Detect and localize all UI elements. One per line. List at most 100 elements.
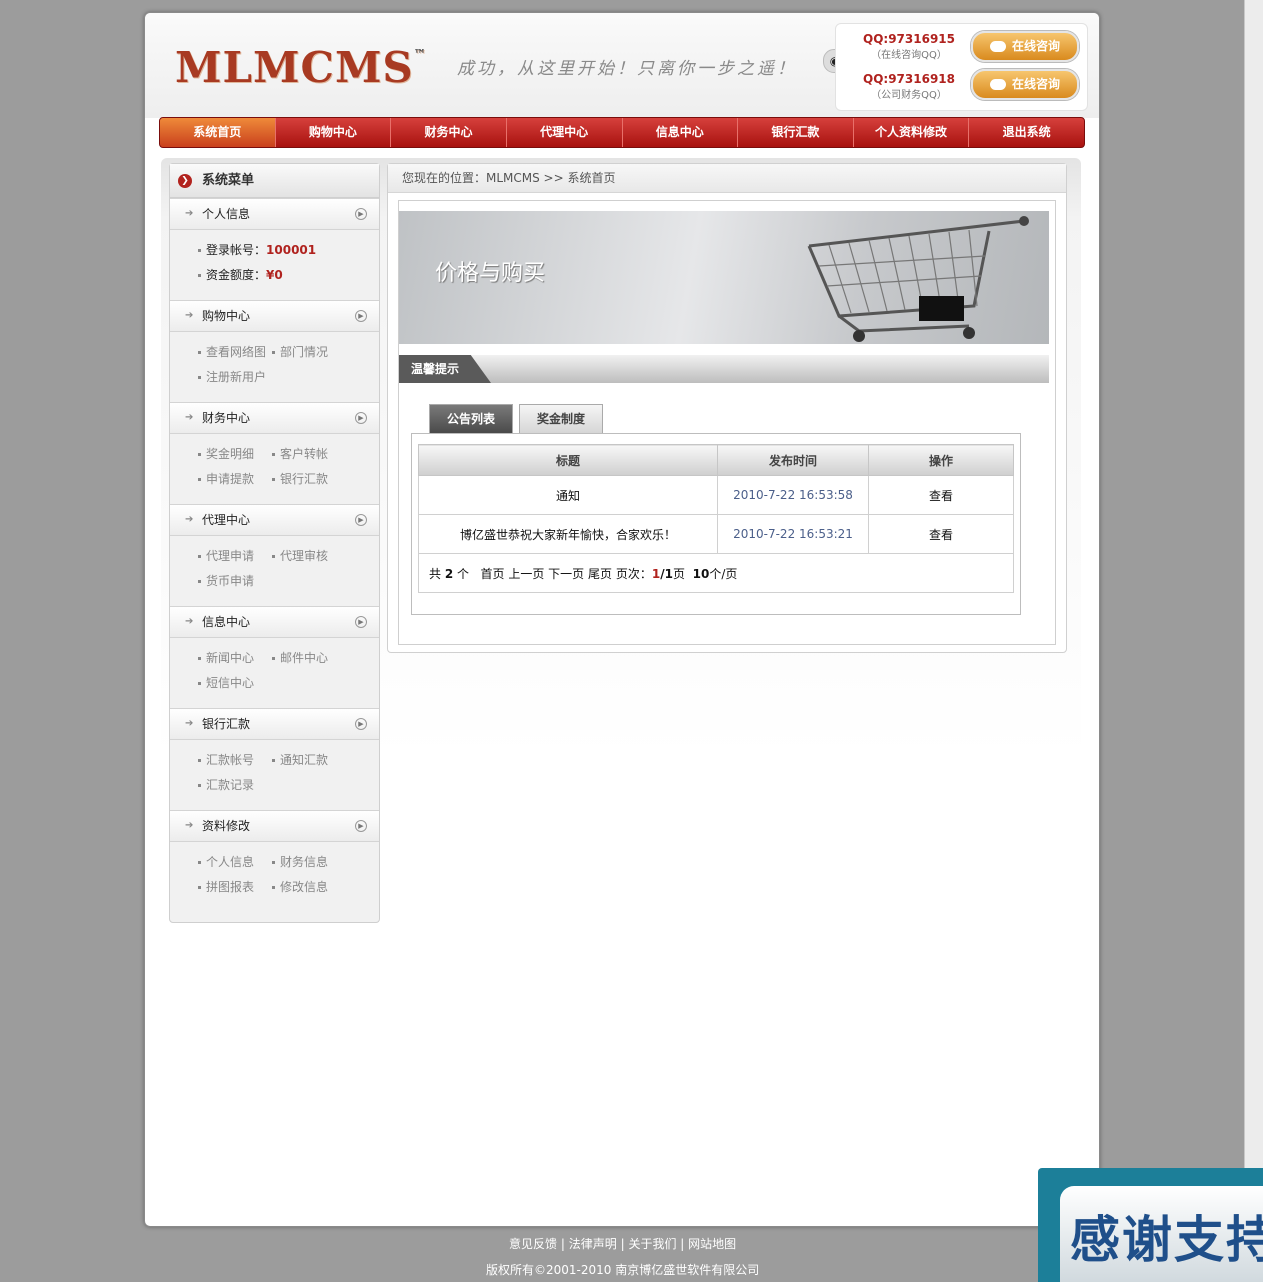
tip-bar: 温馨提示 <box>399 355 1049 383</box>
sidebar-section-finance[interactable]: ➔ 财务中心 ▶ <box>170 402 379 434</box>
announcement-table: 标题 发布时间 操作 通知 2010-7-22 16:53:58 查看 博亿盛世… <box>418 444 1014 593</box>
sidebar-link-notify-remit[interactable]: 通知汇款 <box>272 748 346 773</box>
nav-info[interactable]: 信息中心 <box>623 118 739 147</box>
sidebar-link-register-user[interactable]: 注册新用户 <box>198 365 272 390</box>
link-row: 个人信息 财务信息 <box>198 850 379 875</box>
footer-link-about[interactable]: 关于我们 <box>628 1237 676 1251</box>
inner-panel: 价格与购买 温馨提示 公告列表 奖金制度 标题 发布时间 操作 通知 2010-… <box>398 200 1056 645</box>
bullet <box>272 555 275 558</box>
sidebar-section-shopping[interactable]: ➔ 购物中心 ▶ <box>170 300 379 332</box>
sidebar-link-network-map[interactable]: 查看网络图 <box>198 340 272 365</box>
link-label: 代理申请 <box>206 549 255 563</box>
sidebar-link-department[interactable]: 部门情况 <box>272 340 346 365</box>
pager-row: 共 2 个 首页 上一页 下一页 尾页 页次：1/1页 10个/页 <box>418 553 1014 593</box>
sidebar-link-puzzle-report[interactable]: 拼图报表 <box>198 875 272 900</box>
sidebar-link-finance-info[interactable]: 财务信息 <box>272 850 346 875</box>
sidebar-link-agent-apply[interactable]: 代理申请 <box>198 544 272 569</box>
expand-icon[interactable]: ▶ <box>355 310 367 322</box>
link-label: 拼图报表 <box>206 880 255 894</box>
expand-icon[interactable]: ▶ <box>355 718 367 730</box>
bullet <box>198 759 201 762</box>
pager-per-page: 10 <box>692 566 710 581</box>
nav-shopping[interactable]: 购物中心 <box>276 118 392 147</box>
tab-bonus-system[interactable]: 奖金制度 <box>519 404 603 433</box>
shopping-cart-icon <box>807 216 1029 342</box>
view-link[interactable]: 查看 <box>868 475 1014 515</box>
site-logo: MLMCMS™ <box>175 43 427 92</box>
arrow-icon: ➔ <box>185 616 194 627</box>
chat-bubble-icon <box>989 41 1006 52</box>
banner-text: 价格与购买 <box>435 261 546 286</box>
sidebar-link-withdraw[interactable]: 申请提款 <box>198 467 272 492</box>
section-title: 信息中心 <box>202 615 251 629</box>
section-title: 银行汇款 <box>202 717 251 731</box>
nav-logout[interactable]: 退出系统 <box>969 118 1084 147</box>
bullet <box>198 784 201 787</box>
bullet <box>198 453 201 456</box>
bank-links: 汇款帐号 通知汇款 汇款记录 <box>170 740 379 810</box>
pager-prev[interactable]: 上一页 <box>508 567 544 581</box>
nav-profile-edit[interactable]: 个人资料修改 <box>854 118 970 147</box>
sidebar-section-agent[interactable]: ➔ 代理中心 ▶ <box>170 504 379 536</box>
sidebar-section-personal[interactable]: ➔ 个人信息 ▶ <box>170 198 379 230</box>
footer-link-legal[interactable]: 法律声明 <box>569 1237 617 1251</box>
link-row: 新闻中心 邮件中心 <box>198 646 379 671</box>
sidebar-link-personal-info[interactable]: 个人信息 <box>198 850 272 875</box>
sidebar-link-currency-apply[interactable]: 货币申请 <box>198 569 272 594</box>
expand-icon[interactable]: ▶ <box>355 514 367 526</box>
header: MLMCMS™ 成功，从这里开始！只离你一步之遥！ ◉ QQ:97316915 … <box>145 13 1099 118</box>
link-row: 短信中心 <box>198 671 379 696</box>
bullet <box>198 682 201 685</box>
pager-next[interactable]: 下一页 <box>548 567 584 581</box>
sidebar-link-agent-review[interactable]: 代理审核 <box>272 544 346 569</box>
online-consult-button[interactable]: 在线咨询 <box>971 31 1079 62</box>
link-label: 邮件中心 <box>280 651 329 665</box>
nav-finance[interactable]: 财务中心 <box>391 118 507 147</box>
expand-icon[interactable]: ▶ <box>355 412 367 424</box>
sidebar-link-bonus-detail[interactable]: 奖金明细 <box>198 442 272 467</box>
pager: 共 2 个 首页 上一页 下一页 尾页 页次：1/1页 10个/页 <box>418 553 1014 593</box>
sidebar-link-remit-records[interactable]: 汇款记录 <box>198 773 272 798</box>
footer-link-sitemap[interactable]: 网站地图 <box>688 1237 736 1251</box>
pager-total: 2 <box>444 566 454 581</box>
bullet <box>198 376 201 379</box>
sidebar-link-mail[interactable]: 邮件中心 <box>272 646 346 671</box>
link-label: 部门情况 <box>280 345 329 359</box>
bullet <box>272 861 275 864</box>
pager-last[interactable]: 尾页 <box>588 567 612 581</box>
window-scrollbar[interactable] <box>1244 0 1263 1282</box>
sidebar-link-news[interactable]: 新闻中心 <box>198 646 272 671</box>
nav-bank-transfer[interactable]: 银行汇款 <box>738 118 854 147</box>
footer-link-feedback[interactable]: 意见反馈 <box>509 1237 557 1251</box>
fund-value: ¥0 <box>266 268 283 282</box>
link-label: 货币申请 <box>206 574 255 588</box>
expand-icon[interactable]: ▶ <box>355 616 367 628</box>
view-link[interactable]: 查看 <box>868 514 1014 554</box>
link-row: 注册新用户 <box>198 365 379 390</box>
bullet <box>198 478 201 481</box>
sidebar-link-edit-info[interactable]: 修改信息 <box>272 875 346 900</box>
sidebar-link-remit-account[interactable]: 汇款帐号 <box>198 748 272 773</box>
sidebar-section-profile[interactable]: ➔ 资料修改 ▶ <box>170 810 379 842</box>
expand-icon[interactable]: ▶ <box>355 208 367 220</box>
sidebar-section-bank[interactable]: ➔ 银行汇款 ▶ <box>170 708 379 740</box>
row-time: 2010-7-22 16:53:58 <box>717 475 869 515</box>
link-label: 新闻中心 <box>206 651 255 665</box>
sidebar-section-info[interactable]: ➔ 信息中心 ▶ <box>170 606 379 638</box>
sidebar-link-sms[interactable]: 短信中心 <box>198 671 272 696</box>
tab-announcements[interactable]: 公告列表 <box>429 404 513 433</box>
thanks-overlay[interactable]: 感谢支持 <box>1038 1168 1263 1282</box>
table-header-row: 标题 发布时间 操作 <box>418 444 1014 476</box>
col-action: 操作 <box>868 444 1014 476</box>
qq-contact-box: QQ:97316915 （在线咨询QQ） 在线咨询 QQ:97316918 （公… <box>835 23 1088 111</box>
nav-agent[interactable]: 代理中心 <box>507 118 623 147</box>
expand-icon[interactable]: ▶ <box>355 820 367 832</box>
page-container: MLMCMS™ 成功，从这里开始！只离你一步之遥！ ◉ QQ:97316915 … <box>144 12 1100 1227</box>
bullet <box>272 657 275 660</box>
link-label: 申请提款 <box>206 472 255 486</box>
sidebar-link-customer-transfer[interactable]: 客户转帐 <box>272 442 346 467</box>
pager-first[interactable]: 首页 <box>480 567 504 581</box>
online-consult-button[interactable]: 在线咨询 <box>971 69 1079 100</box>
sidebar-link-bank-remit[interactable]: 银行汇款 <box>272 467 346 492</box>
nav-home[interactable]: 系统首页 <box>160 118 276 147</box>
